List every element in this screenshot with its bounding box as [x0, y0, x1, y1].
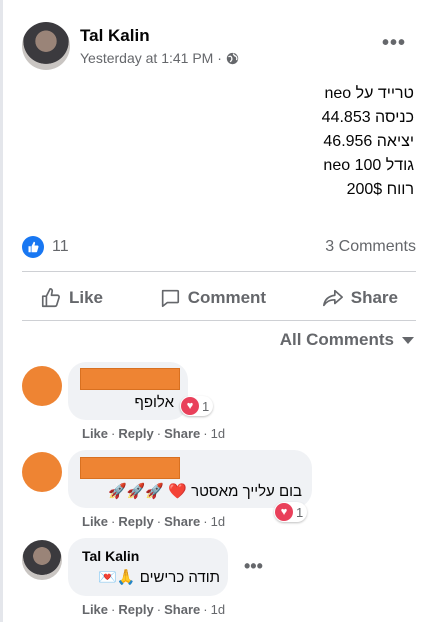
comment-text: תודה כרישים 🙏💌	[98, 569, 220, 586]
commenter-avatar[interactable]	[22, 452, 62, 492]
post-author-avatar[interactable]	[22, 22, 70, 70]
post-more-button[interactable]: •••	[382, 32, 406, 55]
chevron-down-icon	[402, 336, 414, 344]
comment-text: בום עלייך מאסטר ❤️ 🚀🚀🚀	[108, 483, 302, 500]
comment-like-link[interactable]: Like	[82, 514, 108, 529]
love-reaction-icon: ♥	[275, 503, 293, 521]
commenter-name[interactable]: Tal Kalin	[82, 548, 139, 564]
comment-share-link[interactable]: Share	[164, 602, 200, 617]
comment-actions: Like · Reply · Share · 1d	[82, 602, 226, 617]
comment-reaction-count: 1	[296, 504, 304, 520]
commenter-avatar[interactable]	[22, 366, 62, 406]
commenter-avatar[interactable]	[22, 540, 62, 580]
post-line: כניסה 44.853	[321, 109, 414, 126]
redacted-commenter-name	[80, 457, 180, 479]
comment-reply-link[interactable]: Reply	[118, 426, 153, 441]
post-timestamp[interactable]: Yesterday at 1:41 PM ·	[80, 50, 222, 66]
comment-button[interactable]: Comment	[159, 287, 266, 309]
divider	[22, 320, 416, 321]
like-reaction-icon	[22, 236, 44, 258]
comment-actions: Like · Reply · Share · 1d	[82, 514, 226, 529]
love-reaction-icon: ♥	[181, 397, 199, 415]
redacted-commenter-name	[80, 368, 180, 390]
comment-time[interactable]: 1d	[211, 426, 225, 441]
comment-share-link[interactable]: Share	[164, 514, 200, 529]
frame-border	[0, 0, 3, 622]
comment-share-link[interactable]: Share	[164, 426, 200, 441]
comment-icon	[161, 289, 179, 308]
comment-more-button[interactable]: •••	[244, 556, 263, 577]
comment-reaction-count: 1	[202, 398, 210, 414]
comment-like-link[interactable]: Like	[82, 602, 108, 617]
comment-reactions[interactable]: ♥ 1	[180, 396, 214, 416]
comment-reactions[interactable]: ♥ 1	[274, 502, 308, 522]
share-label: Share	[350, 288, 398, 307]
comment-bubble	[68, 538, 228, 596]
reaction-count[interactable]: 11	[52, 238, 69, 256]
like-label: Like	[69, 288, 104, 307]
post-body: טרייד על neo כניסה 44.853 יציאה 46.956 ג…	[114, 82, 414, 202]
comments-filter-dropdown[interactable]: All Comments	[280, 330, 414, 350]
reaction-summary[interactable]: 11	[22, 236, 69, 258]
comment-time[interactable]: 1d	[211, 514, 225, 529]
comment-actions: Like · Reply · Share · 1d	[82, 426, 226, 441]
comment-time[interactable]: 1d	[211, 602, 225, 617]
share-icon	[322, 289, 343, 307]
post-action-bar: Like Comment Share	[22, 276, 416, 320]
comment-like-link[interactable]: Like	[82, 426, 108, 441]
post-line: יציאה 46.956	[323, 133, 414, 150]
post-line: רווח 200$	[346, 181, 414, 198]
comment-label: Comment	[187, 288, 267, 307]
post-meta: Yesterday at 1:41 PM ·	[80, 50, 239, 66]
comment-text: אלופף	[134, 394, 174, 411]
comment-reply-link[interactable]: Reply	[118, 514, 153, 529]
comments-count-link[interactable]: 3 Comments	[325, 238, 416, 256]
divider	[22, 271, 416, 272]
comments-filter-label: All Comments	[279, 330, 394, 349]
post-line: טרייד על neo	[324, 85, 414, 102]
comment-reply-link[interactable]: Reply	[118, 602, 153, 617]
like-button[interactable]: Like	[40, 287, 103, 309]
thumbs-up-icon	[41, 288, 60, 308]
globe-icon	[226, 52, 239, 64]
share-button[interactable]: Share	[322, 287, 398, 309]
post-line: גודל 100 neo	[323, 157, 414, 174]
post-author-name[interactable]: Tal Kalin	[80, 26, 150, 46]
